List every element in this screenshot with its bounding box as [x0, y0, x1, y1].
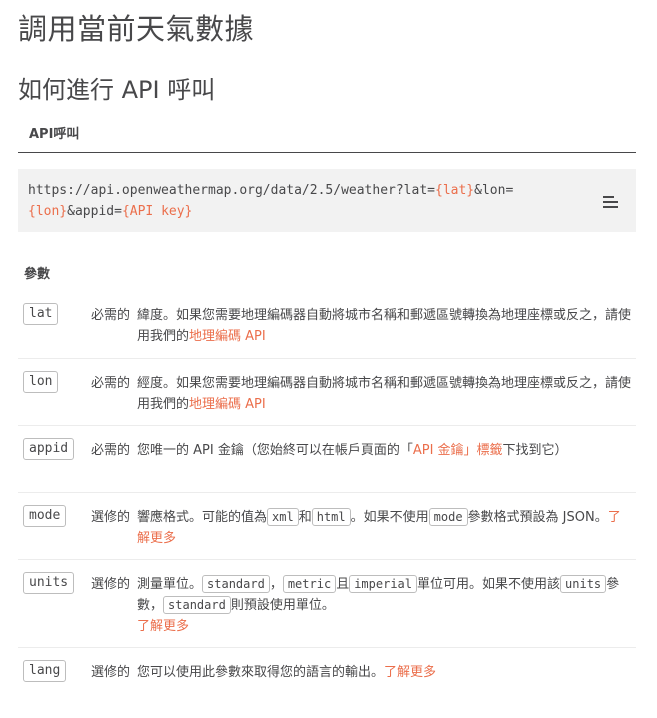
param-name: appid — [23, 438, 75, 460]
desc-text: 單位可用。如果不使用該 — [417, 577, 561, 592]
geocoding-api-link[interactable]: 地理編碼 API — [189, 397, 266, 412]
param-description: 響應格式。可能的值為 xml 和 html 。如果不使用 mode 參數格式預設為 JSON… — [137, 507, 631, 549]
url-prefix: https://api.openweathermap.org/data/2.5/… — [28, 183, 435, 198]
inline-code: imperial — [349, 575, 417, 593]
page: 調用當前天氣數據 如何進行 API 呼叫 API呼叫 https://api.o… — [0, 0, 657, 718]
inline-code: xml — [267, 508, 299, 526]
api-key-tab-link[interactable]: API 金鑰」標籤 — [413, 443, 503, 458]
param-name: lon — [23, 371, 59, 393]
param-name: lang — [23, 660, 67, 682]
param-requirement: 選修的 — [90, 577, 130, 592]
inline-code: metric — [282, 575, 337, 593]
url-lon-sep: &lon= — [474, 183, 514, 198]
param-row-mode: mode 選修的 響應格式。可能的值為 xml 和 html 。如果不使用 mode 參數格… — [18, 493, 636, 560]
param-description: 經度。如果您需要地理編碼器自動將城市名稱和郵遞區號轉換為地理座標或反之，請使用我… — [137, 373, 631, 415]
param-name: lat — [23, 303, 59, 325]
param-requirement: 必需的 — [90, 308, 130, 323]
desc-text: 您唯一的 API 金鑰（您始終可以在帳戶頁面的「 — [137, 443, 413, 458]
desc-text: 下找到它） — [502, 443, 568, 458]
desc-text: 且 — [336, 577, 350, 592]
desc-text: 您可以使用此參數來取得您的語言的輸出。 — [137, 665, 385, 680]
geocoding-api-link[interactable]: 地理編碼 API — [189, 329, 266, 344]
param-requirement: 選修的 — [90, 665, 130, 680]
inline-code: html — [311, 508, 351, 526]
url-key-param: {API key} — [121, 204, 193, 219]
url-appid-sep: &appid= — [67, 204, 122, 219]
desc-text: ， — [269, 577, 283, 592]
section-title: 如何進行 API 呼叫 — [18, 76, 216, 104]
api-url: https://api.openweathermap.org/data/2.5/… — [28, 180, 588, 222]
learn-more-link[interactable]: 了解更多 — [137, 619, 189, 634]
tab-bar: API呼叫 — [18, 114, 636, 153]
param-requirement: 必需的 — [90, 443, 130, 458]
inline-code: standard — [163, 596, 231, 614]
inline-code: units — [560, 575, 607, 593]
param-row-units: units 選修的 測量單位。 standard， metric 且 imperial 單… — [18, 560, 636, 648]
param-name: mode — [23, 505, 67, 527]
param-row-lang: lang 選修的 您可以使用此參數來取得您的語言的輸出。了解更多 — [18, 648, 636, 712]
param-row-lat: lat 必需的 緯度。如果您需要地理編碼器自動將城市名稱和郵遞區號轉換為地理座標… — [18, 291, 636, 359]
param-name: units — [23, 572, 75, 594]
desc-text: 和 — [298, 510, 312, 525]
params-heading: 參數 — [24, 267, 51, 282]
param-row-lon: lon 必需的 經度。如果您需要地理編碼器自動將城市名稱和郵遞區號轉換為地理座標… — [18, 359, 636, 426]
param-description: 您可以使用此參數來取得您的語言的輸出。了解更多 — [137, 662, 631, 683]
param-requirement: 選修的 — [90, 510, 130, 525]
param-description: 緯度。如果您需要地理編碼器自動將城市名稱和郵遞區號轉換為地理座標或反之，請使用我… — [137, 305, 631, 347]
tab-api-call[interactable]: API呼叫 — [29, 123, 79, 142]
inline-code: mode — [428, 508, 468, 526]
menu-icon[interactable] — [602, 194, 620, 210]
desc-text: 測量單位。 — [137, 577, 203, 592]
param-description: 測量單位。 standard， metric 且 imperial 單位可用。如果不使用該… — [137, 574, 631, 637]
page-title: 調用當前天氣數據 — [18, 12, 255, 46]
desc-text: 響應格式。可能的值為 — [137, 510, 268, 525]
param-table: lat 必需的 緯度。如果您需要地理編碼器自動將城市名稱和郵遞區號轉換為地理座標… — [18, 291, 636, 712]
desc-text: 。如果不使用 — [350, 510, 429, 525]
desc-text: 則預設使用單位。 — [230, 598, 335, 613]
url-lat-param: {lat} — [435, 183, 475, 198]
param-description: 您唯一的 API 金鑰（您始終可以在帳戶頁面的「API 金鑰」標籤下找到它） — [137, 440, 631, 461]
code-block: https://api.openweathermap.org/data/2.5/… — [18, 169, 636, 232]
url-lon-param: {lon} — [28, 204, 68, 219]
learn-more-link[interactable]: 了解更多 — [384, 665, 436, 680]
inline-code: standard — [202, 575, 270, 593]
param-row-appid: appid 必需的 您唯一的 API 金鑰（您始終可以在帳戶頁面的「API 金鑰… — [18, 426, 636, 493]
desc-text: 參數格式預設為 JSON。 — [467, 510, 608, 525]
param-requirement: 必需的 — [90, 376, 130, 391]
